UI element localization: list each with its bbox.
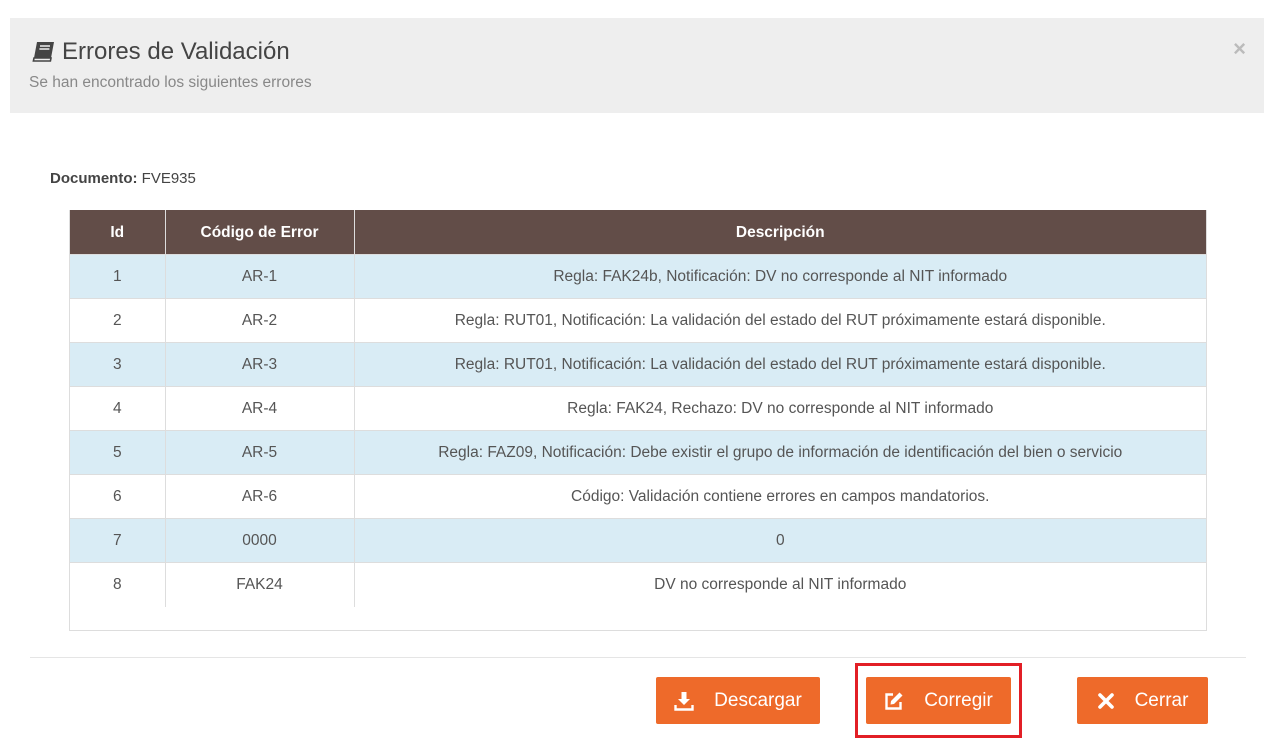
cell-description: DV no corresponde al NIT informado	[354, 562, 1206, 607]
cell-code: AR-2	[165, 298, 355, 343]
cell-id: 6	[70, 474, 166, 519]
cell-code: 0000	[165, 518, 355, 563]
table-row: 8 FAK24 DV no corresponde al NIT informa…	[70, 562, 1206, 607]
download-button-label: Descargar	[714, 689, 802, 711]
modal-title: Errores de Validación	[32, 38, 290, 66]
close-button[interactable]: Cerrar	[1077, 677, 1208, 724]
cell-code: AR-4	[165, 386, 355, 431]
modal-subtitle: Se han encontrado los siguientes errores	[29, 74, 312, 91]
cell-id: 2	[70, 298, 166, 343]
table-row: 7 0000 0	[70, 518, 1206, 563]
document-label: Documento:	[50, 170, 138, 187]
errors-table: Id Código de Error Descripción 1 AR-1 Re…	[70, 210, 1206, 607]
cell-id: 8	[70, 562, 166, 607]
cell-id: 5	[70, 430, 166, 475]
cell-code: AR-5	[165, 430, 355, 475]
cell-description: Regla: RUT01, Notificación: La validació…	[354, 342, 1206, 387]
cell-description: Código: Validación contiene errores en c…	[354, 474, 1206, 519]
validation-errors-modal: Errores de Validación Se han encontrado …	[0, 0, 1265, 739]
cell-id: 1	[70, 254, 166, 299]
correct-button[interactable]: Corregir	[866, 677, 1011, 724]
cell-description: Regla: RUT01, Notificación: La validació…	[354, 298, 1206, 343]
modal-header: Errores de Validación Se han encontrado …	[10, 18, 1264, 113]
modal-title-text: Errores de Validación	[62, 38, 290, 65]
table-header-row: Id Código de Error Descripción	[70, 210, 1206, 255]
table-row: 2 AR-2 Regla: RUT01, Notificación: La va…	[70, 298, 1206, 343]
cell-description: Regla: FAZ09, Notificación: Debe existir…	[354, 430, 1206, 475]
cell-description: Regla: FAK24b, Notificación: DV no corre…	[354, 254, 1206, 299]
footer-divider	[30, 657, 1246, 658]
cell-description: 0	[354, 518, 1206, 563]
column-header-id: Id	[70, 210, 166, 255]
cell-code: AR-1	[165, 254, 355, 299]
times-icon	[1097, 692, 1114, 709]
table-row: 4 AR-4 Regla: FAK24, Rechazo: DV no corr…	[70, 386, 1206, 431]
errors-table-container: Id Código de Error Descripción 1 AR-1 Re…	[69, 210, 1207, 631]
table-row: 3 AR-3 Regla: RUT01, Notificación: La va…	[70, 342, 1206, 387]
cell-id: 7	[70, 518, 166, 563]
cell-id: 3	[70, 342, 166, 387]
table-row: 5 AR-5 Regla: FAZ09, Notificación: Debe …	[70, 430, 1206, 475]
download-button[interactable]: Descargar	[656, 677, 820, 724]
column-header-code: Código de Error	[165, 210, 355, 255]
table-row: 1 AR-1 Regla: FAK24b, Notificación: DV n…	[70, 254, 1206, 299]
edit-icon	[885, 692, 903, 710]
cell-code: AR-3	[165, 342, 355, 387]
download-icon	[674, 691, 694, 711]
correct-button-label: Corregir	[924, 689, 993, 711]
cell-id: 4	[70, 386, 166, 431]
close-icon[interactable]: ×	[1233, 38, 1246, 60]
column-header-description: Descripción	[354, 210, 1206, 255]
document-value: FVE935	[141, 170, 196, 187]
document-info: Documento: FVE935	[50, 170, 196, 187]
book-icon	[32, 42, 54, 62]
table-row: 6 AR-6 Código: Validación contiene error…	[70, 474, 1206, 519]
cell-code: AR-6	[165, 474, 355, 519]
cell-code: FAK24	[165, 562, 355, 607]
cell-description: Regla: FAK24, Rechazo: DV no corresponde…	[354, 386, 1206, 431]
close-button-label: Cerrar	[1134, 689, 1189, 711]
